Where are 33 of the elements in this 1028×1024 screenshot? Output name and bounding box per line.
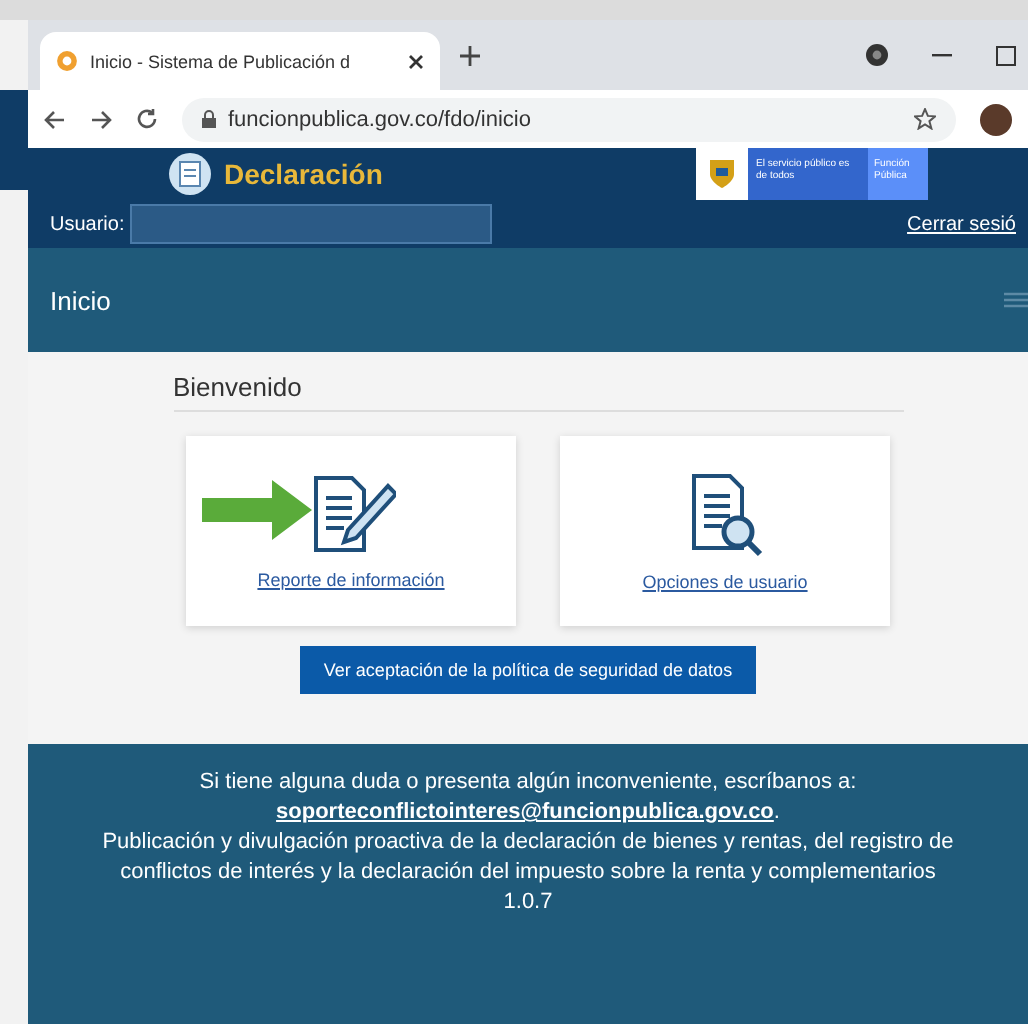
back-icon[interactable] <box>44 109 66 129</box>
document-logo-icon <box>168 152 212 196</box>
browser-tab[interactable]: Inicio - Sistema de Publicación d <box>40 32 440 90</box>
menu-card[interactable]: Reporte de información <box>186 436 516 626</box>
period-text: . <box>773 800 780 824</box>
avatar-icon[interactable] <box>980 103 1012 135</box>
welcome-heading: Bienvenido <box>173 372 903 412</box>
record-icon[interactable] <box>866 44 888 66</box>
lock-icon <box>202 110 216 128</box>
plus-icon[interactable] <box>460 45 480 65</box>
minimize-icon[interactable] <box>932 53 952 57</box>
policy-button[interactable]: Ver aceptación de la política de seguridad de datos <box>299 646 757 694</box>
menu-card[interactable]: Opciones de usuario <box>560 436 890 626</box>
help-text: Si tiene alguna duda o presenta algún inconveniente, escríbanos a: <box>197 768 859 798</box>
forward-icon[interactable] <box>90 109 112 129</box>
description-text: Publicación y divulgación proactiva de la declaración de bienes y rentas, del registro de conflictos de interés y la declaración del impuesto sobre la renta y complementarios <box>100 828 956 888</box>
card-link[interactable]: Reporte de información <box>257 569 445 589</box>
maximize-icon[interactable] <box>996 45 1016 65</box>
star-icon[interactable] <box>914 108 936 130</box>
tab-title: Inicio - Sistema de Publicación d <box>90 51 353 71</box>
logout-link[interactable]: Cerrar sesió <box>907 213 1016 235</box>
user-label: Usuario: <box>50 213 125 235</box>
version-text: 1.0.7 <box>501 888 555 918</box>
email-link[interactable]: soporteconflictointeres@funcionpublica.gov.co <box>276 800 774 824</box>
page-title: Inicio <box>50 285 111 315</box>
url-text: funcionpublica.gov.co/fdo/inicio <box>228 107 531 131</box>
reload-icon[interactable] <box>136 108 158 130</box>
coat-of-arms-icon <box>708 158 736 190</box>
address-bar[interactable]: funcionpublica.gov.co/fdo/inicio <box>182 97 956 141</box>
card-link[interactable]: Opciones de usuario <box>642 571 808 591</box>
close-icon[interactable] <box>408 53 424 69</box>
user-field[interactable] <box>130 204 493 244</box>
app-title: Declaración <box>224 158 383 190</box>
